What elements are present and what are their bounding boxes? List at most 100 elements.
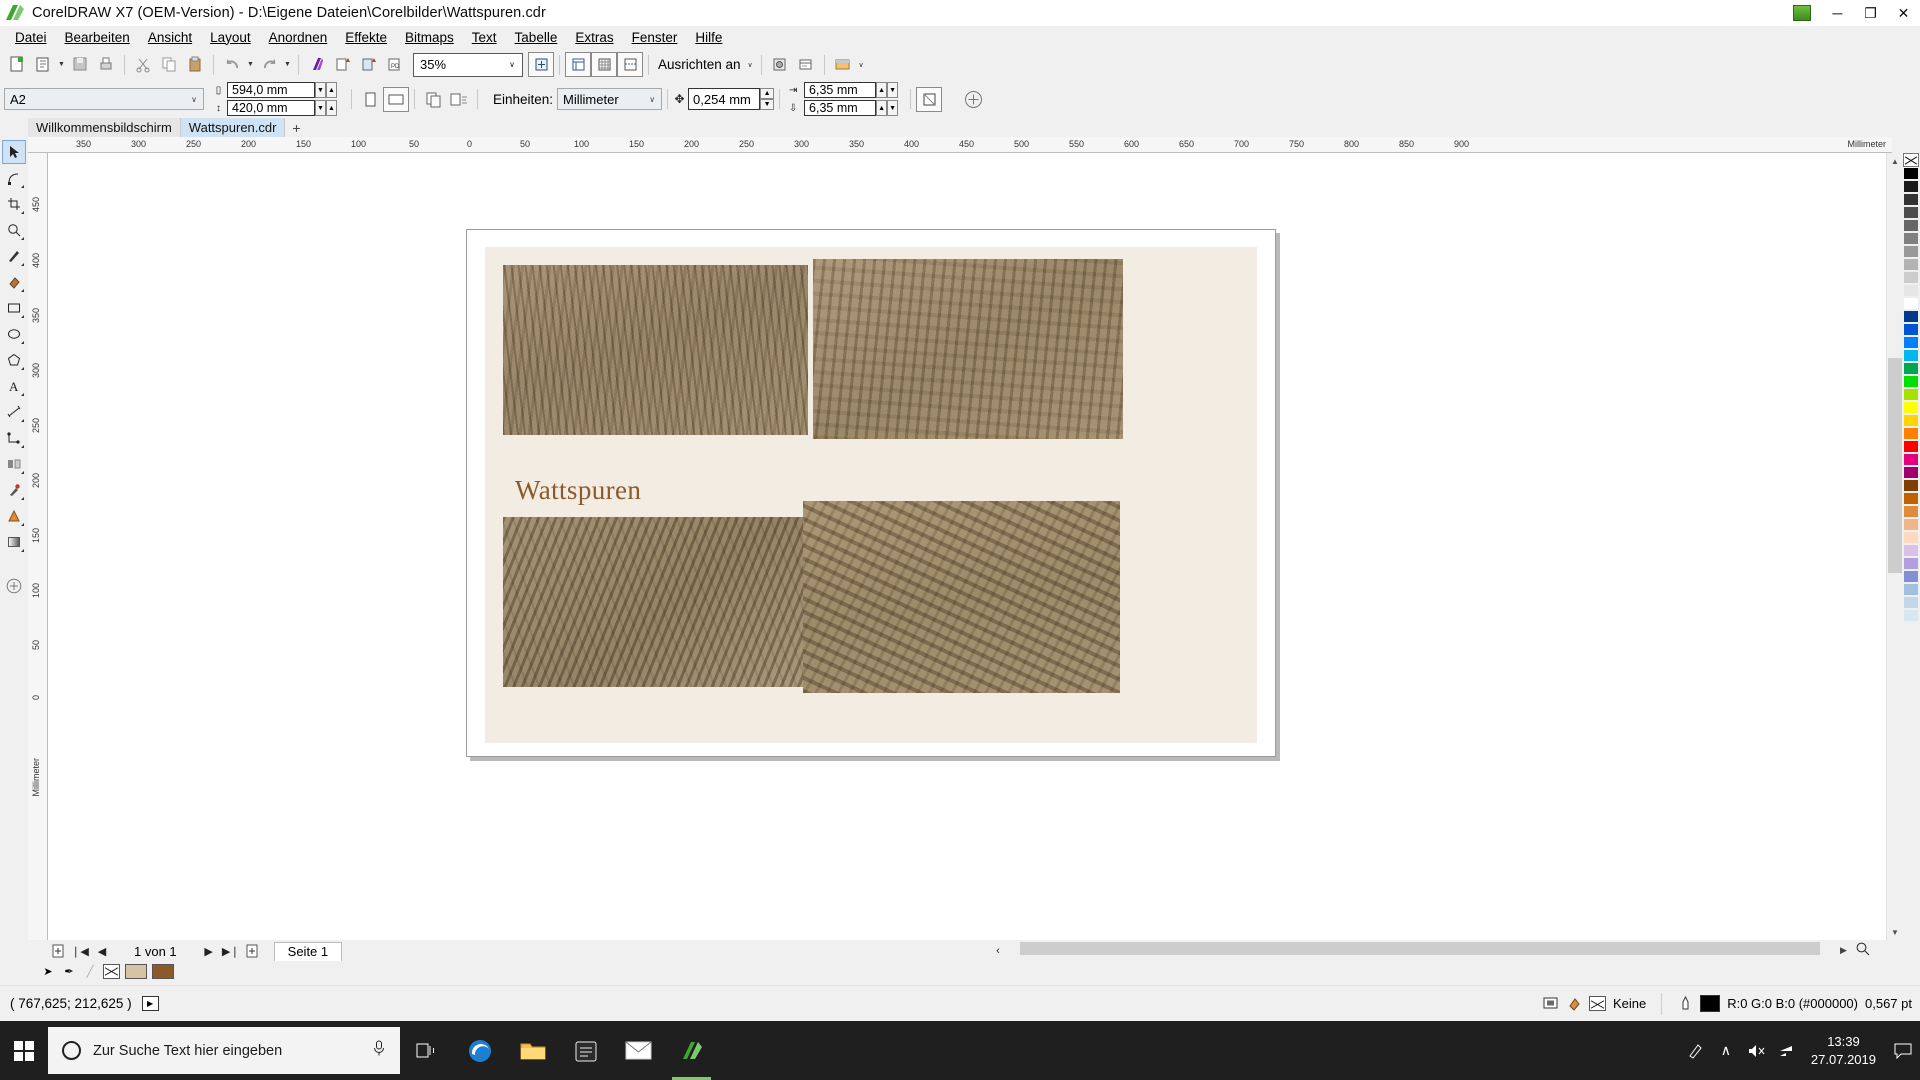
zoom-fit-icon[interactable] — [1855, 941, 1870, 959]
menu-hilfe[interactable]: Hilfe — [686, 28, 731, 47]
page-tab-seite-1[interactable]: Seite 1 — [273, 941, 343, 961]
nudge-offset-input[interactable]: 0,254 mm — [688, 88, 761, 110]
vertical-scroll-thumb[interactable] — [1888, 358, 1902, 573]
scroll-down-icon[interactable]: ▼ — [1887, 924, 1903, 940]
file-explorer-icon[interactable] — [506, 1021, 559, 1080]
palette-swatch[interactable] — [1903, 414, 1919, 427]
launcher-dropdown-icon[interactable]: ∨ — [856, 52, 867, 77]
palette-swatch[interactable] — [1903, 219, 1919, 232]
add-more-icon[interactable] — [960, 87, 986, 112]
palette-swatch[interactable] — [1903, 284, 1919, 297]
photo-sand-ripples-top-left[interactable] — [503, 265, 808, 435]
menu-text[interactable]: Text — [463, 28, 506, 47]
duplicate-y-input[interactable]: 6,35 mm — [804, 100, 877, 116]
fill-color-swatch-light[interactable] — [125, 963, 147, 979]
photo-sand-ripples-bottom-right[interactable] — [803, 501, 1120, 693]
chevron-up-icon[interactable]: ∧ — [1711, 1042, 1741, 1059]
palette-swatch[interactable] — [1903, 583, 1919, 596]
outline-pen-icon[interactable] — [1677, 996, 1693, 1012]
scroll-up-icon[interactable]: ▲ — [1887, 153, 1903, 169]
zoom-levels-icon[interactable] — [528, 52, 554, 77]
page-height-input[interactable]: 420,0 mm — [227, 100, 315, 116]
color-eyedropper-tool[interactable] — [2, 478, 26, 502]
export-icon[interactable] — [356, 52, 382, 77]
undo-dropdown-icon[interactable]: ▼ — [245, 52, 256, 77]
corel-connect-icon[interactable] — [304, 52, 330, 77]
pen-workspace-icon[interactable] — [1681, 1042, 1711, 1059]
show-rulers-icon[interactable] — [565, 52, 591, 77]
action-center-icon[interactable] — [1886, 1043, 1920, 1059]
customization-icon[interactable] — [793, 52, 819, 77]
page-width-spinners[interactable]: ▼ ▲ — [315, 82, 337, 98]
interactive-fill-tool[interactable] — [2, 530, 26, 554]
menu-anordnen[interactable]: Anordnen — [260, 28, 337, 47]
fill-line-icon[interactable]: ╱ — [82, 963, 98, 979]
show-guidelines-icon[interactable] — [617, 52, 643, 77]
palette-swatch[interactable] — [1903, 245, 1919, 258]
parallel-dimension-tool[interactable] — [2, 400, 26, 424]
edge-browser-icon[interactable] — [453, 1021, 506, 1080]
add-page-after-icon[interactable] — [243, 942, 263, 960]
width-spin-down-icon[interactable]: ▼ — [315, 82, 326, 98]
duplicate-x-spinners[interactable]: ▲ ▼ — [876, 82, 899, 98]
palette-swatch[interactable] — [1903, 271, 1919, 284]
new-document-icon[interactable] — [4, 52, 30, 77]
vertical-ruler[interactable]: 450 400 350 300 250 200 150 100 50 0 Mil… — [28, 153, 48, 940]
doctab-willkommensbildschirm[interactable]: Willkommensbildschirm — [28, 118, 181, 137]
palette-swatch[interactable] — [1903, 180, 1919, 193]
palette-swatch[interactable] — [1903, 492, 1919, 505]
blend-tool[interactable] — [2, 452, 26, 476]
microsoft-store-icon[interactable] — [559, 1021, 612, 1080]
horizontal-scroll-thumb[interactable] — [1020, 942, 1820, 955]
undo-arrow-icon[interactable] — [219, 52, 245, 77]
palette-swatch[interactable] — [1903, 206, 1919, 219]
paste-clipboard-icon[interactable] — [182, 52, 208, 77]
document-page[interactable]: Wattspuren — [466, 229, 1276, 757]
height-spin-up-icon[interactable]: ▲ — [326, 100, 337, 116]
vertical-scrollbar[interactable]: ▲ ▼ — [1886, 153, 1902, 940]
open-folder-icon[interactable] — [30, 52, 56, 77]
snap-to-dropdown-icon[interactable]: ∨ — [745, 52, 756, 77]
menu-ansicht[interactable]: Ansicht — [139, 28, 201, 47]
palette-swatch[interactable] — [1903, 193, 1919, 206]
palette-swatch[interactable] — [1903, 453, 1919, 466]
palette-swatch[interactable] — [1903, 609, 1919, 622]
copy-icon[interactable] — [156, 52, 182, 77]
palette-swatch[interactable] — [1903, 570, 1919, 583]
redo-arrow-icon[interactable] — [256, 52, 282, 77]
print-icon[interactable] — [93, 52, 119, 77]
portrait-orientation-icon[interactable] — [357, 87, 383, 112]
fill-color-swatch-brown[interactable] — [152, 963, 174, 979]
palette-swatch[interactable] — [1903, 505, 1919, 518]
palette-swatch[interactable] — [1903, 544, 1919, 557]
collapse-panel-icon[interactable]: ‹ — [988, 942, 1008, 960]
straight-line-connector-tool[interactable] — [2, 426, 26, 450]
dupx-spin-up-icon[interactable]: ▲ — [876, 82, 888, 98]
add-page-before-icon[interactable] — [48, 942, 68, 960]
duplicate-x-input[interactable]: 6,35 mm — [804, 82, 877, 98]
scroll-right-icon[interactable]: ▶ — [1840, 945, 1847, 956]
coreldraw-icon[interactable] — [665, 1021, 718, 1080]
nudge-spin-up-icon[interactable]: ▲ — [760, 88, 775, 99]
color-proof-icon[interactable] — [1543, 996, 1559, 1012]
drawing-canvas[interactable]: Wattspuren — [48, 153, 1892, 940]
units-combo[interactable]: Millimeter ∨ — [557, 88, 663, 110]
add-document-tab-button[interactable]: + — [285, 118, 307, 137]
import-icon[interactable] — [330, 52, 356, 77]
palette-swatch[interactable] — [1903, 596, 1919, 609]
save-disk-icon[interactable] — [67, 52, 93, 77]
fill-bucket-icon[interactable] — [1566, 996, 1582, 1012]
options-gear-icon[interactable] — [767, 52, 793, 77]
network-icon[interactable] — [1771, 1043, 1801, 1059]
last-page-icon[interactable]: ▶❘ — [221, 942, 241, 960]
open-dropdown-icon[interactable]: ▼ — [56, 52, 67, 77]
polygon-tool[interactable] — [2, 348, 26, 372]
previous-page-icon[interactable]: ◀ — [92, 942, 112, 960]
menu-bearbeiten[interactable]: Bearbeiten — [56, 28, 139, 47]
palette-swatch[interactable] — [1903, 440, 1919, 453]
crop-tool[interactable] — [2, 192, 26, 216]
palette-swatch[interactable] — [1903, 362, 1919, 375]
palette-swatch[interactable] — [1903, 388, 1919, 401]
palette-swatch[interactable] — [1903, 479, 1919, 492]
windows-start-icon[interactable] — [0, 1021, 48, 1080]
